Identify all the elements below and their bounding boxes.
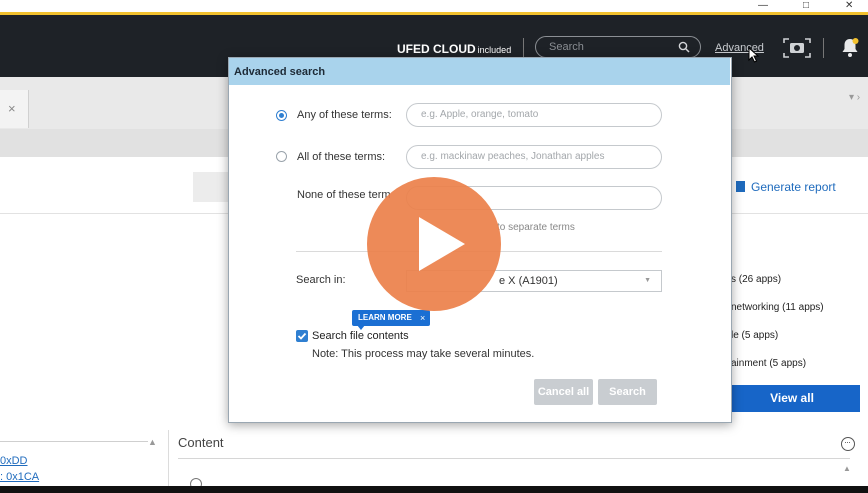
generate-report-button[interactable]: Generate report bbox=[736, 180, 836, 194]
search-icon[interactable] bbox=[678, 40, 690, 58]
app-category-row[interactable]: networking (11 apps) bbox=[731, 302, 824, 313]
search-button[interactable]: Search bbox=[598, 379, 657, 405]
any-terms-input[interactable]: e.g. Apple, orange, tomato bbox=[406, 103, 662, 127]
video-play-button[interactable] bbox=[367, 177, 501, 311]
app-category-row[interactable]: le (5 apps) bbox=[731, 330, 778, 341]
all-terms-placeholder: e.g. mackinaw peaches, Jonathan apples bbox=[421, 151, 605, 162]
search-file-contents-label: Search file contents bbox=[312, 330, 409, 342]
ufed-cloud-brand: UFED CLOUD included bbox=[397, 42, 511, 56]
play-icon bbox=[419, 217, 465, 271]
close-tab-icon[interactable]: × bbox=[8, 101, 16, 116]
content-divider bbox=[178, 458, 850, 459]
header-divider bbox=[823, 38, 824, 58]
tab-overflow-icon[interactable]: ▾ › bbox=[849, 92, 860, 103]
screenshot-camera-icon[interactable] bbox=[782, 37, 812, 64]
dialog-title: Advanced search bbox=[234, 66, 326, 78]
chevron-down-icon: ▼ bbox=[644, 277, 651, 284]
view-all-button[interactable]: View all bbox=[724, 385, 860, 412]
any-terms-radio[interactable] bbox=[276, 110, 287, 121]
any-terms-placeholder: e.g. Apple, orange, tomato bbox=[421, 109, 539, 120]
brand-suffix: included bbox=[477, 45, 512, 55]
any-terms-label: Any of these terms: bbox=[297, 109, 392, 121]
notification-bell-icon[interactable] bbox=[840, 37, 860, 64]
search-file-contents-checkbox[interactable] bbox=[296, 330, 308, 342]
window-title-strip: — □ ✕ bbox=[0, 0, 868, 12]
learn-more-tooltip[interactable]: LEARN MORE bbox=[352, 310, 430, 326]
search-in-label: Search in: bbox=[296, 274, 346, 286]
terms-hint: to separate terms bbox=[497, 222, 575, 233]
generate-report-label: Generate report bbox=[751, 180, 836, 194]
more-options-icon[interactable]: ··· bbox=[841, 437, 855, 451]
all-terms-input[interactable]: e.g. mackinaw peaches, Jonathan apples bbox=[406, 145, 662, 169]
all-terms-label: All of these terms: bbox=[297, 151, 386, 163]
scroll-up-icon[interactable]: ▲ bbox=[843, 464, 851, 473]
mouse-cursor-icon bbox=[748, 46, 760, 68]
all-terms-radio[interactable] bbox=[276, 151, 287, 162]
minimize-button[interactable]: — bbox=[758, 1, 768, 11]
header-search-input[interactable]: Search bbox=[535, 36, 701, 58]
panel-splitter[interactable] bbox=[168, 430, 169, 493]
report-document-icon bbox=[736, 181, 745, 192]
collapse-caret-icon[interactable]: ▲ bbox=[148, 437, 157, 447]
close-window-button[interactable]: ✕ bbox=[845, 1, 853, 11]
left-panel-divider bbox=[0, 441, 148, 442]
search-in-value: e X (A1901) bbox=[499, 275, 558, 287]
maximize-button[interactable]: □ bbox=[803, 1, 809, 11]
cancel-all-button[interactable]: Cancel all bbox=[534, 379, 593, 405]
hex-link[interactable]: 0xDD bbox=[0, 455, 28, 467]
bottom-bar bbox=[0, 486, 868, 493]
brand-name: UFED CLOUD bbox=[397, 42, 476, 56]
content-section-title: Content bbox=[178, 435, 224, 450]
close-tooltip-icon[interactable]: × bbox=[420, 310, 425, 326]
app-category-row[interactable]: ainment (5 apps) bbox=[731, 358, 806, 369]
search-placeholder: Search bbox=[549, 41, 584, 53]
app-category-row[interactable]: s (26 apps) bbox=[731, 274, 781, 285]
process-note: Note: This process may take several minu… bbox=[312, 348, 535, 360]
hex-link[interactable]: : 0x1CA bbox=[0, 471, 39, 483]
toolbar-button[interactable] bbox=[193, 172, 233, 202]
header-divider bbox=[523, 38, 524, 58]
